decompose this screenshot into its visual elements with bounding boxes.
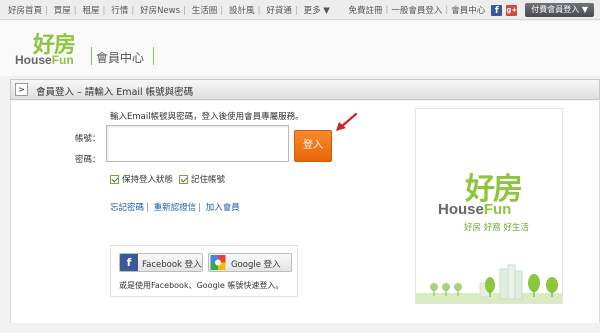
nav-market[interactable]: 行情 — [111, 6, 128, 16]
nav-buy[interactable]: 買屋 — [54, 6, 71, 16]
top-nav-right: 免費註冊 | 一般會員登入 | 會員中心 f g+ 付費會員登入 ▼ — [349, 3, 594, 17]
nav-register[interactable]: 免費註冊 — [349, 4, 383, 16]
forgot-password-link[interactable]: 忘記密碼 — [110, 203, 144, 213]
social-login-box: f Facebook 登入 Google 登入 或是使用Facebook、Goo… — [110, 245, 298, 297]
top-nav-left: 好房首頁 | 買屋 | 租屋 | 行情 | 好房News | 生活圈 | 設計風 | 好貸通 |… — [8, 4, 330, 16]
nav-separator: | — [102, 6, 106, 16]
nav-home[interactable]: 好房首頁 — [8, 6, 42, 16]
logo-en-house: House — [15, 53, 52, 67]
logo-en[interactable]: HouseFun — [15, 53, 74, 67]
keep-login-checkbox[interactable] — [110, 174, 119, 184]
nav-separator: | — [294, 6, 298, 16]
remember-account-label[interactable]: 記住帳號 — [191, 173, 225, 185]
resend-verification-link[interactable]: 重新認證信 — [154, 203, 197, 213]
account-input[interactable] — [107, 126, 288, 143]
red-arrow-icon — [336, 112, 358, 131]
facebook-icon: f — [120, 254, 138, 271]
account-label: 帳號： — [75, 134, 101, 144]
facebook-login-label: Facebook 登入 — [142, 260, 202, 270]
google-login-label: Google 登入 — [231, 260, 281, 270]
top-nav: 好房首頁 | 買屋 | 租屋 | 行情 | 好房News | 生活圈 | 設計風 | 好貸通 |… — [0, 0, 600, 20]
login-button[interactable]: 登入 — [294, 130, 332, 162]
nav-separator: | — [445, 5, 449, 15]
nav-member-center[interactable]: 會員中心 — [451, 4, 485, 16]
password-label: 密碼： — [75, 155, 101, 165]
nav-lifestyle[interactable]: 生活圈 — [192, 6, 218, 16]
nav-member-login[interactable]: 一般會員登入 — [391, 4, 442, 16]
login-options: 保持登入狀態 記住帳號 — [110, 173, 225, 185]
login-instruction: 輸入Email帳號與密碼，登入後使用會員專屬服務。 — [110, 112, 304, 122]
nav-separator: | — [131, 6, 135, 16]
member-center-title: 會員中心 — [96, 51, 145, 65]
google-plus-icon[interactable]: g+ — [506, 4, 518, 16]
link-separator: | — [146, 203, 149, 213]
nav-separator: | — [73, 6, 77, 16]
facebook-login-button[interactable]: f Facebook 登入 — [119, 253, 203, 272]
brand-card: 好房 HouseFun 好房 好窩 好生活 — [415, 108, 563, 304]
bottom-strip — [10, 323, 600, 333]
facebook-icon[interactable]: f — [491, 4, 503, 16]
logo-en-fun: Fun — [51, 53, 74, 67]
nav-separator: | — [257, 6, 261, 16]
section-title-bar: > 會員登入 – 請輸入 Email 帳號與密碼 — [10, 79, 600, 100]
nav-rent[interactable]: 租屋 — [83, 6, 100, 16]
section-title: 會員登入 – 請輸入 Email 帳號與密碼 — [36, 87, 194, 98]
logo-divider — [153, 47, 154, 65]
keep-login-label[interactable]: 保持登入狀態 — [122, 173, 173, 185]
nav-more[interactable]: 更多 ▼ — [304, 6, 330, 16]
link-separator: | — [198, 203, 201, 213]
nav-separator: | — [385, 5, 389, 15]
account-links: 忘記密碼 | 重新認證信 | 加入會員 — [110, 201, 240, 213]
nav-loan[interactable]: 好貸通 — [266, 6, 292, 16]
google-icon — [210, 255, 226, 270]
header: 好房 HouseFun 會員中心 — [0, 21, 600, 76]
login-fields — [106, 125, 289, 162]
city-illustration — [416, 264, 562, 303]
paid-member-login-button[interactable]: 付費會員登入 ▼ — [525, 3, 594, 17]
google-login-button[interactable]: Google 登入 — [208, 253, 292, 272]
nav-separator: | — [220, 6, 224, 16]
nav-separator: | — [45, 6, 48, 16]
nav-design[interactable]: 設計風 — [229, 6, 255, 16]
logo-divider — [91, 47, 92, 65]
password-input[interactable] — [107, 144, 288, 161]
chevron-right-icon: > — [15, 83, 28, 96]
social-login-note: 或是使用Facebook、Google 帳號快速登入。 — [119, 281, 284, 290]
join-member-link[interactable]: 加入會員 — [206, 203, 240, 213]
nav-separator: | — [183, 6, 186, 16]
nav-news[interactable]: 好房News — [140, 6, 180, 16]
remember-account-checkbox[interactable] — [179, 174, 189, 184]
